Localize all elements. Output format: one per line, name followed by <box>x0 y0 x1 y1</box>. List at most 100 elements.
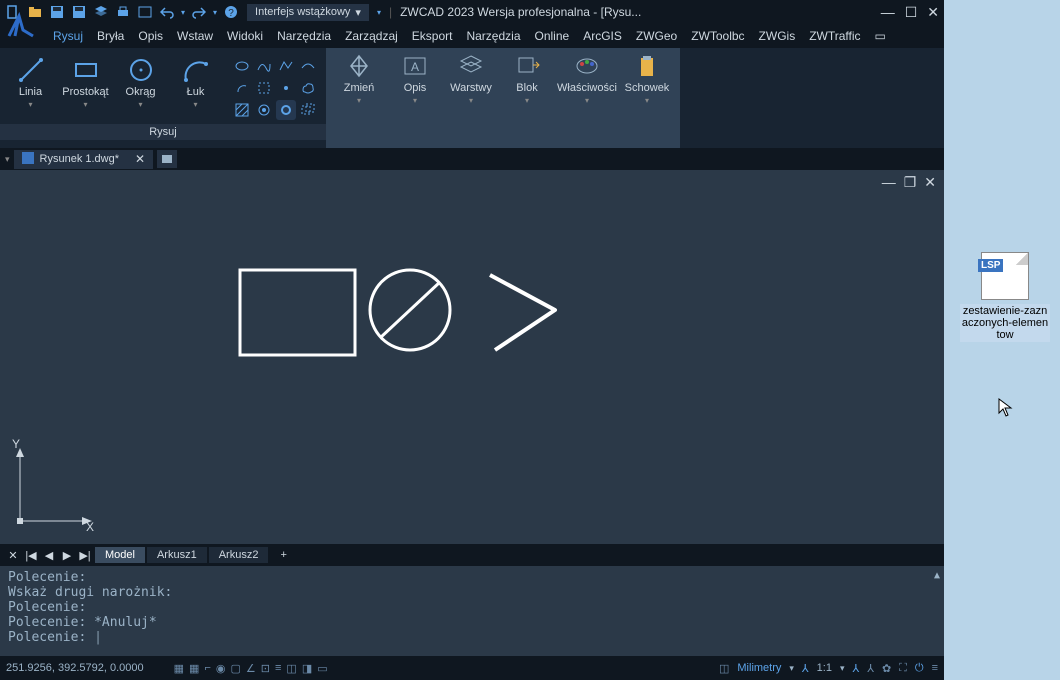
polar-icon[interactable]: ◉ <box>216 662 226 675</box>
ortho-icon[interactable]: ⌐ <box>204 662 210 675</box>
preview-icon[interactable] <box>137 4 153 20</box>
grid-icon[interactable]: ▦ <box>174 662 184 675</box>
qat-more[interactable]: ▾ <box>377 8 381 17</box>
chevron-down-icon: ▾ <box>83 100 87 109</box>
model-tab[interactable]: Model <box>95 547 145 563</box>
arc3-icon[interactable] <box>232 78 252 98</box>
close-layout-button[interactable]: ✕ <box>5 549 21 562</box>
arc-button[interactable]: Łuk ▾ <box>173 56 218 120</box>
wipeout-icon[interactable] <box>298 100 318 120</box>
drawing-canvas[interactable]: — ❐ ✕ Y X <box>0 170 944 544</box>
menu-zwtoolbc[interactable]: ZWToolbc <box>685 26 750 46</box>
units-label[interactable]: Milimetry <box>737 662 781 674</box>
next-layout-button[interactable]: ▶ <box>59 549 75 562</box>
circle-button[interactable]: Okrąg ▾ <box>118 56 163 120</box>
modify-button[interactable]: Zmień ▾ <box>334 52 384 144</box>
clipboard-button[interactable]: Schowek ▾ <box>622 52 672 144</box>
maximize-button[interactable]: ☐ <box>905 4 918 21</box>
add-layout-button[interactable]: + <box>270 547 296 563</box>
menu-eksport[interactable]: Eksport <box>406 26 459 46</box>
block-button[interactable]: Blok ▾ <box>502 52 552 144</box>
rectangle-button[interactable]: Prostokąt ▾ <box>63 56 108 120</box>
undo-arrow[interactable]: ▾ <box>181 8 185 17</box>
menu-online[interactable]: Online <box>529 26 576 46</box>
properties-button[interactable]: Właściwości ▾ <box>558 52 616 144</box>
chevron-down-icon[interactable]: ▾ <box>789 663 794 674</box>
osnap-icon[interactable]: ▢ <box>231 662 241 675</box>
hatch-icon[interactable] <box>232 100 252 120</box>
annovisibility-icon[interactable]: ⅄ <box>852 662 859 675</box>
minimize-button[interactable]: — <box>881 4 895 21</box>
ring-icon[interactable] <box>276 100 296 120</box>
cycling-icon[interactable]: ◨ <box>302 662 312 675</box>
layers-button[interactable]: Warstwy ▾ <box>446 52 496 144</box>
layers-icon[interactable] <box>93 4 109 20</box>
redo-icon[interactable] <box>191 4 207 20</box>
app-logo[interactable] <box>5 8 45 48</box>
cmd-line-2: Polecenie: <box>8 600 936 615</box>
menu-narzedzia2[interactable]: Narzędzia <box>460 26 526 46</box>
workspace-icon[interactable]: ✿ <box>882 662 891 675</box>
otrack-icon[interactable]: ∠ <box>246 662 256 675</box>
first-layout-button[interactable]: |◀ <box>23 549 39 562</box>
menu-zarzadzaj[interactable]: Zarządzaj <box>339 26 404 46</box>
donut-icon[interactable] <box>254 100 274 120</box>
trace-icon[interactable] <box>298 56 318 76</box>
annoscale-icon[interactable]: ⅄ <box>802 662 809 675</box>
sheet1-tab[interactable]: Arkusz1 <box>147 547 207 563</box>
menu-rysuj[interactable]: Rysuj <box>47 26 89 46</box>
tab-dropdown[interactable]: ▾ <box>5 154 10 165</box>
polyline-icon[interactable] <box>276 56 296 76</box>
scroll-up-icon[interactable]: ▲ <box>934 570 940 581</box>
qprops-icon[interactable]: ▭ <box>317 662 327 675</box>
line-button[interactable]: Linia ▾ <box>8 56 53 120</box>
chevron-down-icon[interactable]: ▾ <box>840 663 845 674</box>
annotation-button[interactable]: A Opis ▾ <box>390 52 440 144</box>
command-window[interactable]: Polecenie: Wskaż drugi narożnik: Polecen… <box>0 566 944 656</box>
ellipse-icon[interactable] <box>232 56 252 76</box>
last-layout-button[interactable]: ▶| <box>77 549 93 562</box>
close-button[interactable]: ✕ <box>927 4 939 21</box>
clipboard-label: Schowek <box>625 82 670 94</box>
spline-icon[interactable] <box>254 56 274 76</box>
saveas-icon[interactable] <box>71 4 87 20</box>
redo-arrow[interactable]: ▾ <box>213 8 217 17</box>
drawing-svg <box>0 170 944 540</box>
revcloud-icon[interactable] <box>298 78 318 98</box>
menu-narzedzia[interactable]: Narzędzia <box>271 26 337 46</box>
close-tab-button[interactable]: ✕ <box>135 152 145 166</box>
lwt-icon[interactable]: ≡ <box>275 662 281 675</box>
dyn-icon[interactable]: ⊡ <box>261 662 270 675</box>
hardware-accel-icon[interactable]: ⏻ <box>915 662 924 675</box>
save-icon[interactable] <box>49 4 65 20</box>
menu-arcgis[interactable]: ArcGIS <box>577 26 628 46</box>
sheet2-tab[interactable]: Arkusz2 <box>209 547 269 563</box>
window-title: ZWCAD 2023 Wersja profesjonalna - [Rysu.… <box>400 5 641 19</box>
customize-icon[interactable]: ≡ <box>932 662 938 674</box>
ui-mode-select[interactable]: Interfejs wstążkowy ▾ <box>247 4 369 21</box>
snap-icon[interactable]: ▦ <box>189 662 199 675</box>
menu-widoki[interactable]: Widoki <box>221 26 269 46</box>
menu-zwtraffic[interactable]: ZWTraffic <box>803 26 866 46</box>
fullscreen-icon[interactable]: ⛶ <box>899 662 907 675</box>
help-icon[interactable]: ? <box>223 4 239 20</box>
desktop-file-name: zestawienie-zaznaczonych-elementow <box>960 304 1050 342</box>
file-tab[interactable]: Rysunek 1.dwg* ✕ <box>14 150 154 169</box>
ribbon-collapse-icon[interactable]: ▭ <box>869 26 892 46</box>
prev-layout-button[interactable]: ◀ <box>41 549 57 562</box>
scale-label[interactable]: 1:1 <box>817 662 832 674</box>
print-icon[interactable] <box>115 4 131 20</box>
menu-bryla[interactable]: Bryła <box>91 26 130 46</box>
menu-opis[interactable]: Opis <box>132 26 169 46</box>
new-tab-button[interactable] <box>157 150 177 168</box>
square-dashed-icon[interactable] <box>254 78 274 98</box>
point-icon[interactable] <box>276 78 296 98</box>
menu-zwgis[interactable]: ZWGis <box>753 26 802 46</box>
annoautoscale-icon[interactable]: ⅄ <box>867 662 874 675</box>
undo-icon[interactable] <box>159 4 175 20</box>
transparency-icon[interactable]: ◫ <box>286 662 296 675</box>
menu-wstaw[interactable]: Wstaw <box>171 26 219 46</box>
model-space-icon[interactable]: ◫ <box>719 662 729 675</box>
desktop-file-icon[interactable]: LSP zestawienie-zaznaczonych-elementow <box>960 252 1050 342</box>
menu-zwgeo[interactable]: ZWGeo <box>630 26 683 46</box>
